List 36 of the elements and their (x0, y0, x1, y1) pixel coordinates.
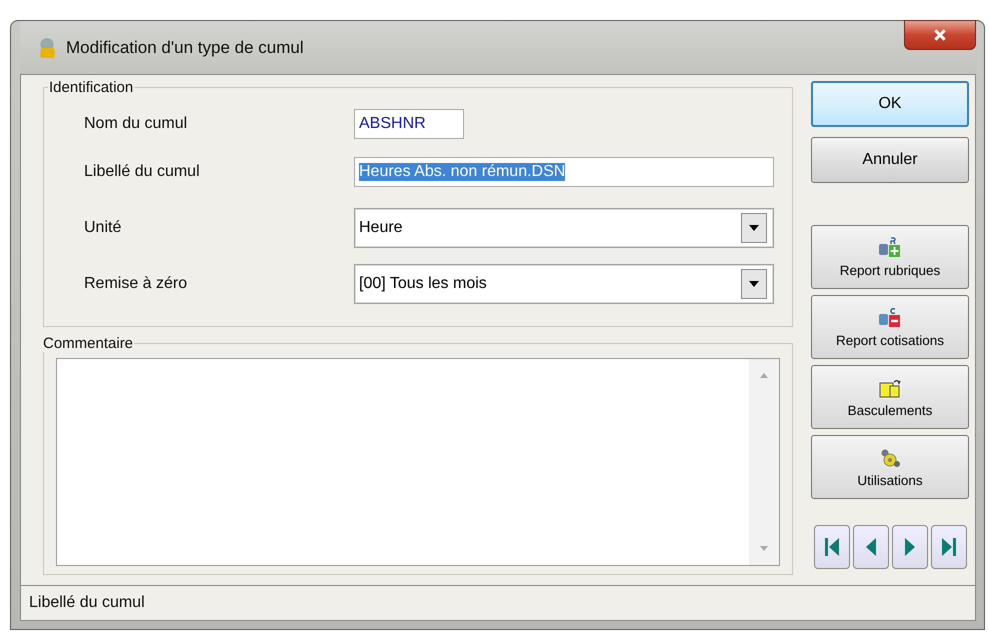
action-button[interactable]: Report cotisations (811, 295, 969, 359)
action-button[interactable]: Utilisations (811, 435, 969, 499)
add-icon (878, 236, 902, 258)
field-label: Libellé du cumul (83, 163, 201, 181)
group-title: Commentaire (42, 335, 134, 352)
comment-field[interactable] (56, 358, 780, 566)
dialog-button[interactable]: Annuler (811, 137, 969, 183)
window-title: Modification d'un type de cumul (66, 38, 304, 58)
dropdown-button[interactable] (741, 213, 767, 243)
field-label: Remise à zéro (83, 275, 188, 293)
field-label: Unité (83, 219, 122, 237)
scroll-up-icon (760, 373, 768, 378)
group-title: Identification (48, 79, 134, 96)
dropdown-button[interactable] (741, 269, 767, 299)
remove-icon (878, 306, 902, 328)
scrollbar[interactable] (749, 359, 779, 565)
navigation-button[interactable] (852, 525, 888, 569)
navigation-button[interactable] (814, 525, 850, 569)
close-icon (933, 28, 947, 42)
dropdown-field[interactable]: Heure (354, 208, 774, 248)
navigation-button[interactable] (892, 525, 928, 569)
caret-icon (749, 225, 759, 231)
field-label: Nom du cumul (83, 115, 188, 133)
dropdown-field[interactable]: [00] Tous les mois (354, 264, 774, 304)
last-record-icon (940, 536, 956, 558)
scroll-down-icon (760, 546, 768, 551)
caret-icon (749, 281, 759, 287)
action-button[interactable]: Report rubriques (811, 225, 969, 289)
close-button[interactable] (904, 20, 976, 50)
navigation-button[interactable] (930, 525, 966, 569)
status-text: Libellé du cumul (29, 594, 145, 612)
text-field[interactable]: Heures Abs. non rémun.DSN (354, 157, 774, 187)
action-button[interactable]: Basculements (811, 365, 969, 429)
first-record-icon (824, 536, 840, 558)
text-field[interactable]: ABSHNR (354, 109, 464, 139)
dialog-button[interactable]: OK (811, 81, 969, 127)
